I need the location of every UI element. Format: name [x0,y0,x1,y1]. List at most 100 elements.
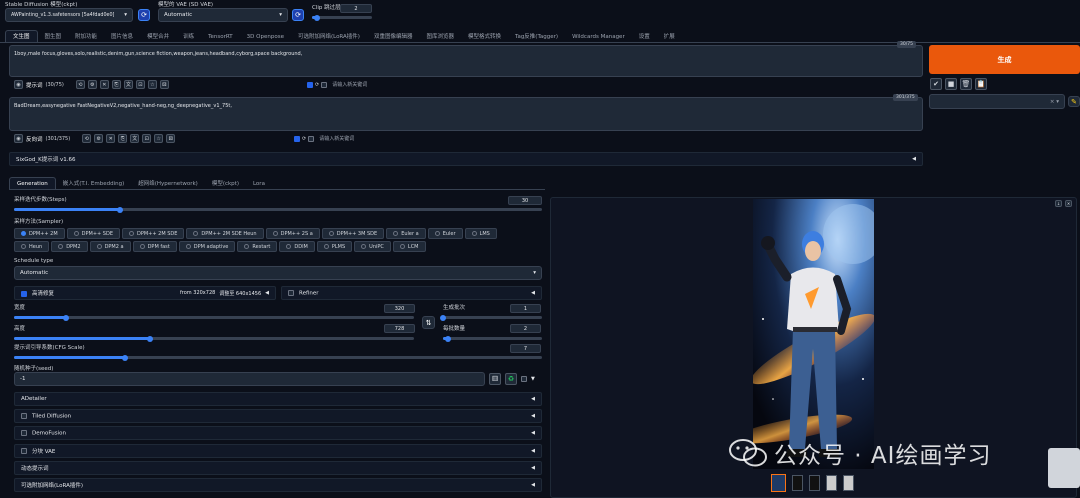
seed-input[interactable]: -1 [14,372,485,386]
batch-size-input[interactable]: 2 [510,324,541,333]
history-icon[interactable]: ⟲ [75,80,85,89]
tab-12[interactable]: Tag反推(Tagger) [508,31,565,43]
clipboard-icon[interactable]: 📋 [975,78,987,90]
model-refresh-button[interactable]: ⟳ [138,9,150,21]
hires-checkbox[interactable] [21,290,27,297]
copy-icon[interactable]: ⎘ [111,80,121,89]
width-value-input[interactable]: 320 [384,304,415,313]
accordion-checkbox[interactable] [21,430,27,437]
square-icon[interactable]: ■ [945,78,957,90]
refresh-icon[interactable]: ⟳ [315,82,319,88]
tab-9[interactable]: 双重图像编辑器 [367,31,420,43]
thumbnail-3[interactable] [809,475,820,491]
tab-14[interactable]: 设置 [632,31,657,43]
clip-slider[interactable] [312,14,372,21]
dice-icon[interactable]: ⚅ [489,373,501,385]
clip-value-input[interactable]: 2 [340,4,372,13]
sampler-option[interactable]: DPM adaptive [178,241,236,252]
tab-5[interactable]: 训练 [176,31,201,43]
sampler-option[interactable]: DPM++ 2M SDE Heun [186,228,264,239]
check-icon[interactable]: ✔ [930,78,942,90]
height-slider-thumb[interactable] [147,335,153,342]
history-icon[interactable]: ⟲ [82,134,92,143]
trash-icon[interactable]: 🗑 [960,78,972,90]
hires-accordion[interactable]: 高清修复 from 320x728 调整至 640x1456 ◀ [14,286,276,300]
download-icon[interactable]: ↓ [1055,200,1062,207]
sampler-option[interactable]: DPM2 a [89,241,131,252]
model-select[interactable]: AWPainting_v1.3.safetensors [5a4fdad0e0]… [5,8,133,22]
star-icon[interactable]: ☆ [154,134,164,143]
prompt-option-checkbox-2[interactable] [321,81,328,88]
save-icon[interactable]: ⊡ [142,134,152,143]
accordion-item[interactable]: Tiled Diffusion ◀ [14,409,542,424]
expand-arrow-icon[interactable]: ▼ [531,376,535,382]
clear-icon[interactable]: ✕ [106,134,116,143]
tab-13[interactable]: Wildcards Manager [565,31,632,43]
refiner-accordion[interactable]: Refiner ◀ [281,286,542,300]
refresh-icon[interactable]: ⟳ [302,136,306,142]
recycle-icon[interactable]: ♻ [505,373,517,385]
thumbnail-5[interactable] [843,475,854,491]
steps-value-input[interactable]: 30 [508,196,542,205]
thumbnail-4[interactable] [826,475,837,491]
tab-7[interactable]: 3D Openpose [240,31,291,43]
accordion-item[interactable]: 可选附加网络(LoRA插件) ◀ [14,477,542,492]
sampler-option[interactable]: DPM++ 2M SDE [122,228,185,239]
vae-refresh-button[interactable]: ⟳ [292,9,304,21]
schedule-select[interactable]: Automatic ▾ [14,266,542,280]
tab-1[interactable]: 图生图 [38,31,69,43]
sampler-option[interactable]: DPM fast [132,241,177,252]
tab-10[interactable]: 图库浏览器 [419,31,461,43]
thumbnail-2[interactable] [792,475,803,491]
accordion-item[interactable]: 分块 VAE ◀ [14,443,542,458]
close-icon[interactable]: ✕ [1065,200,1072,207]
sampler-option[interactable]: DPM++ 2S a [265,228,320,239]
settings-icon[interactable]: ⚙ [94,134,104,143]
translate-icon[interactable]: 文 [130,134,140,143]
tab-11[interactable]: 模型格式转换 [461,31,508,43]
clear-icon[interactable]: ✕ [99,80,109,89]
steps-slider[interactable] [14,206,542,213]
sampler-option[interactable]: Euler [427,228,463,239]
sampler-option[interactable]: DDIM [279,241,315,252]
dice-icon[interactable]: ⚄ [159,80,169,89]
height-value-input[interactable]: 728 [384,324,415,333]
sampler-option[interactable]: Heun [14,241,50,252]
generate-button[interactable]: 生成 [929,45,1080,74]
toggle-icon[interactable]: ◉ [14,80,23,89]
width-slider[interactable] [14,314,414,321]
sampler-option[interactable]: PLMS [316,241,353,252]
vae-select[interactable]: Automatic ▾ [158,8,288,22]
accordion-checkbox[interactable] [21,448,27,455]
subtab-3[interactable]: 模型(ckpt) [205,178,246,190]
sampler-option[interactable]: DPM++ 2M [14,228,65,239]
swap-dimensions-button[interactable]: ⇅ [422,316,435,329]
accordion-item[interactable]: 动态提示词 ◀ [14,460,542,475]
cfg-slider-thumb[interactable] [121,354,128,361]
batch-size-slider[interactable] [443,335,542,342]
sampler-option[interactable]: LMS [464,228,497,239]
tab-15[interactable]: 扩展 [657,31,682,43]
subtab-1[interactable]: 嵌入式(T.I. Embedding) [56,178,132,190]
negative-option-checkbox-2[interactable] [308,135,315,142]
sampler-option[interactable]: DPM++ SDE [66,228,120,239]
star-icon[interactable]: ☆ [147,80,157,89]
negative-option-checkbox[interactable] [294,135,300,142]
subtab-4[interactable]: Lora [246,178,272,190]
prompt-option-checkbox[interactable] [307,81,313,88]
sampler-option[interactable]: DPM2 [51,241,88,252]
accordion-item[interactable]: ADetailer ◀ [14,392,542,406]
width-slider-thumb[interactable] [63,314,69,321]
edit-styles-button[interactable]: ✎ [1068,96,1080,107]
cfg-slider[interactable] [14,354,542,361]
sampler-option[interactable]: DPM++ 3M SDE [321,228,385,239]
tab-3[interactable]: 图片信息 [104,31,140,43]
sampler-option[interactable]: Restart [237,241,278,252]
save-icon[interactable]: ⊡ [135,80,145,89]
tab-6[interactable]: TensorRT [201,31,240,43]
accordion-item[interactable]: DemoFusion ◀ [14,426,542,441]
batch-count-slider[interactable] [440,314,542,321]
sampler-option[interactable]: LCM [392,241,426,252]
refiner-checkbox[interactable] [288,289,294,296]
subtab-2[interactable]: 超网络(Hypernetwork) [131,178,205,190]
